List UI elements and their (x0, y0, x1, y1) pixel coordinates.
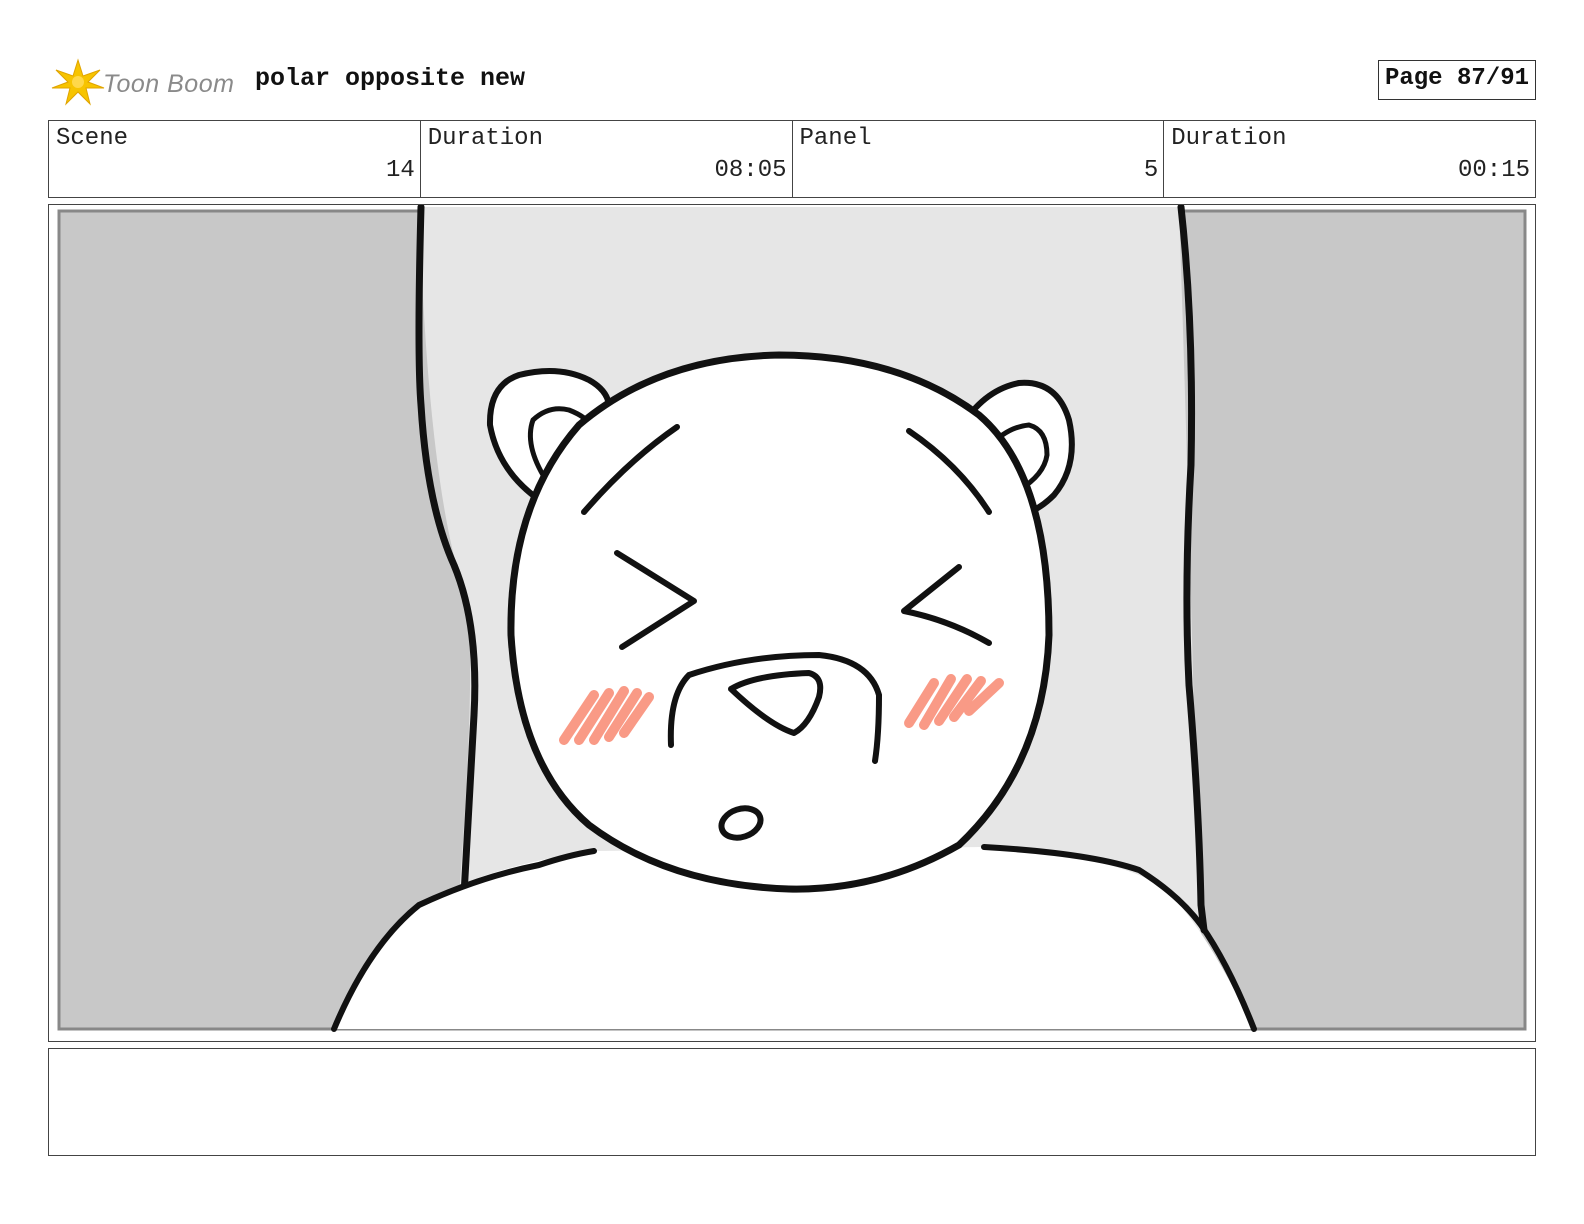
toon-boom-logo: Toon Boom (48, 56, 238, 108)
scene-label: Scene (56, 125, 129, 152)
storyboard-header: Toon Boom polar opposite new Page 87/91 (48, 52, 1536, 108)
scene-cell: Scene 14 (49, 121, 421, 197)
scene-duration-label: Duration (427, 125, 543, 152)
polar-bear-sketch-icon (57, 205, 1527, 1032)
scene-duration-value: 08:05 (714, 157, 787, 184)
panel-value: 5 (1143, 157, 1159, 184)
scene-info-row: Scene 14 Duration 08:05 Panel 5 Duration… (48, 120, 1536, 198)
scene-duration-cell: Duration 08:05 (421, 121, 793, 197)
starburst-icon (51, 58, 105, 106)
scene-value: 14 (385, 157, 415, 184)
panel-duration-value: 00:15 (1457, 157, 1530, 184)
panel-duration-cell: Duration 00:15 (1164, 121, 1535, 197)
panel-notes-box[interactable] (48, 1048, 1536, 1156)
project-title: polar opposite new (255, 64, 526, 93)
panel-duration-label: Duration (1171, 125, 1287, 152)
storyboard-panel-image (48, 204, 1536, 1042)
page-counter: Page 87/91 (1377, 60, 1536, 100)
panel-label: Panel (799, 125, 872, 152)
panel-cell: Panel 5 (793, 121, 1165, 197)
brand-name: Toon Boom (103, 70, 235, 98)
